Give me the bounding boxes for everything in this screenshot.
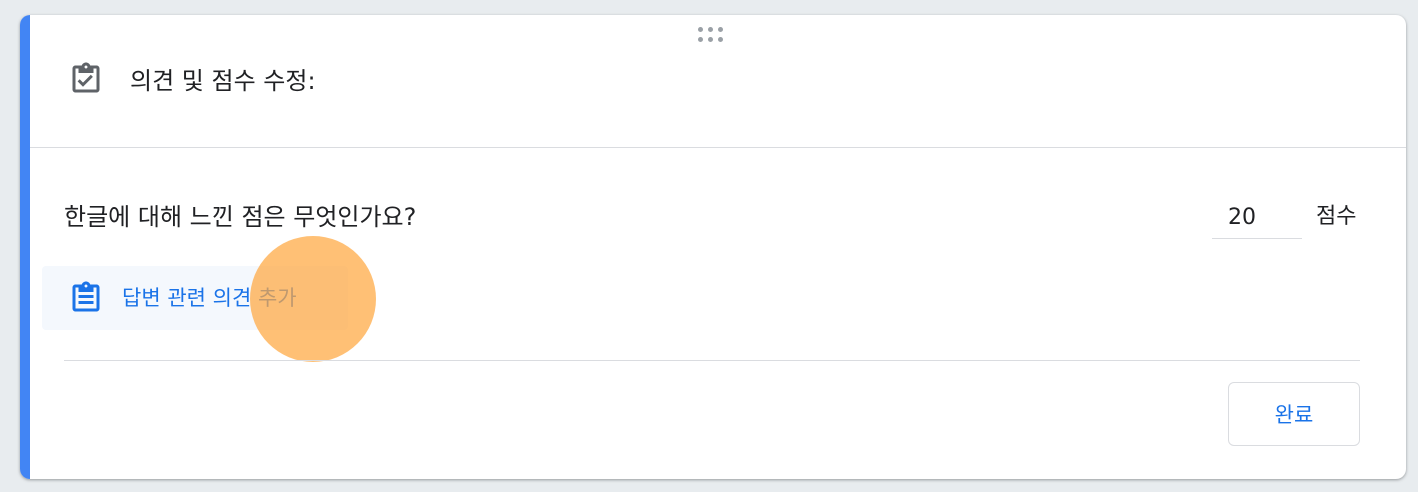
question-text: 한글에 대해 느낀 점은 무엇인가요?: [64, 203, 417, 231]
assignment-turned-in-icon: [72, 62, 100, 93]
score-input[interactable]: [1212, 197, 1302, 239]
done-button[interactable]: 완료: [1228, 382, 1360, 446]
assignment-icon: [72, 281, 100, 312]
add-feedback-button[interactable]: 답변 관련 의견 추가: [42, 266, 348, 330]
card-header: 의견 및 점수 수정:: [30, 15, 1406, 148]
divider: [64, 360, 1360, 361]
add-feedback-label: 답변 관련 의견 추가: [122, 286, 297, 310]
score-unit-label: 점수: [1316, 204, 1357, 229]
edit-feedback-card: 의견 및 점수 수정: 한글에 대해 느낀 점은 무엇인가요? 점수 답변 관련…: [20, 15, 1406, 479]
card-accent-bar: [20, 15, 30, 479]
card-title: 의견 및 점수 수정:: [130, 67, 316, 95]
